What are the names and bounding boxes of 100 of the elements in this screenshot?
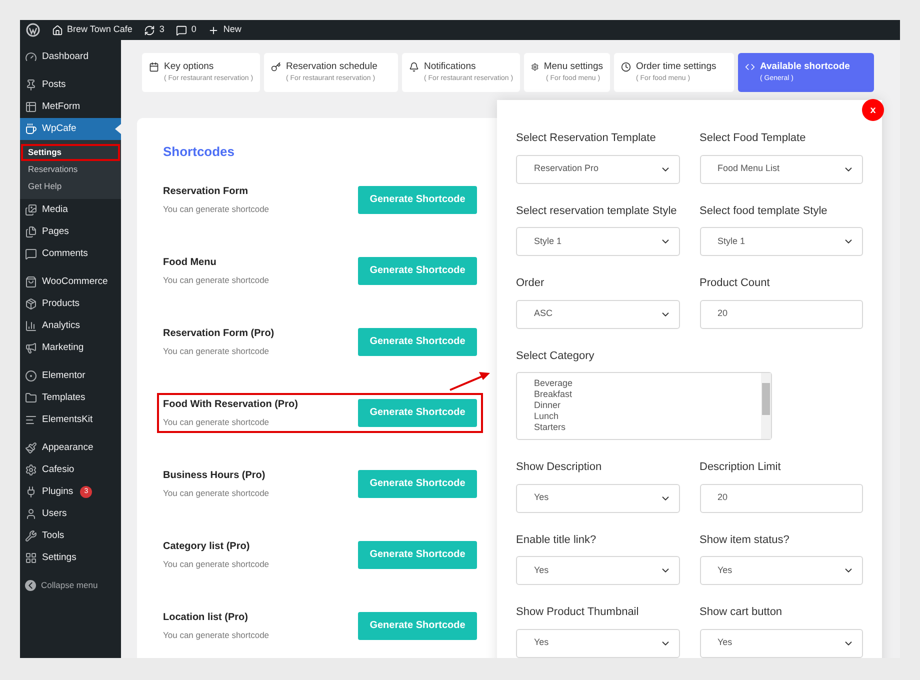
lines-icon bbox=[25, 414, 37, 426]
bar-chart-icon bbox=[25, 320, 37, 332]
input-field[interactable]: 20 bbox=[700, 300, 863, 328]
plus-icon bbox=[208, 24, 220, 36]
shortcode-description: You can generate shortcode bbox=[163, 558, 270, 570]
sidebar-item[interactable]: Comments bbox=[20, 243, 121, 265]
sidebar-item[interactable]: Pages bbox=[20, 221, 121, 243]
calendar-icon bbox=[149, 62, 159, 72]
wordpress-logo-icon[interactable] bbox=[26, 23, 40, 37]
bell-icon bbox=[409, 62, 419, 72]
field-label: Select food template Style bbox=[700, 204, 828, 218]
sidebar-item[interactable]: Analytics bbox=[20, 315, 121, 337]
field-label: Enable title link? bbox=[516, 532, 598, 548]
collapse-menu[interactable]: Collapse menu bbox=[20, 575, 121, 595]
plug-icon bbox=[25, 486, 37, 498]
sidebar-item[interactable]: WooCommerce bbox=[20, 271, 121, 293]
close-button[interactable]: x bbox=[862, 99, 884, 121]
field-label: Order bbox=[516, 276, 546, 291]
shortcode-description: You can generate shortcode bbox=[163, 344, 270, 358]
field-label: Select Category bbox=[516, 348, 596, 364]
input-field[interactable]: 20 bbox=[700, 484, 863, 512]
brush-icon bbox=[25, 442, 37, 454]
field-label: Select Food Template bbox=[700, 131, 807, 146]
tab-label: Key options bbox=[164, 60, 214, 74]
sidebar-item[interactable]: Marketing bbox=[20, 337, 121, 359]
shortcode-title: Reservation Form (Pro) bbox=[163, 326, 274, 341]
select-field[interactable]: Reservation Pro bbox=[516, 154, 680, 184]
field-label: Show Description bbox=[516, 460, 603, 475]
listbox-option[interactable]: Beverage bbox=[534, 378, 761, 389]
shortcode-title: Category list (Pro) bbox=[163, 540, 251, 554]
sidebar-item[interactable]: Tools bbox=[20, 525, 121, 547]
sidebar-item[interactable]: Products bbox=[20, 293, 121, 315]
category-listbox[interactable]: Beverage Breakfast Dinner Lunch Starters bbox=[516, 372, 772, 440]
wrench-icon bbox=[25, 530, 37, 542]
sidebar-item[interactable]: MetForm bbox=[20, 96, 121, 118]
code-icon bbox=[745, 62, 755, 72]
select-field[interactable]: ASC bbox=[516, 300, 680, 328]
sidebar-item[interactable]: Elementor bbox=[20, 365, 121, 387]
megaphone-icon bbox=[25, 342, 37, 354]
field-label: Product Count bbox=[700, 276, 771, 291]
updates-link[interactable]: 3 bbox=[144, 23, 164, 37]
submenu-item[interactable]: Get Help bbox=[21, 178, 120, 195]
sidebar-item[interactable]: Posts bbox=[20, 74, 121, 96]
submenu-item[interactable]: Reservations bbox=[21, 161, 120, 178]
select-field[interactable]: Style 1 bbox=[700, 227, 863, 256]
comment-icon bbox=[25, 248, 37, 260]
listbox-option[interactable]: Lunch bbox=[534, 411, 761, 422]
pin-icon bbox=[25, 79, 37, 91]
field-label: Description Limit bbox=[700, 460, 782, 475]
select-field[interactable]: Yes bbox=[700, 556, 863, 585]
sidebar-item[interactable]: Dashboard bbox=[20, 46, 121, 68]
sidebar-item[interactable]: Media bbox=[20, 199, 121, 221]
sidebar-item[interactable]: Users bbox=[20, 503, 121, 525]
new-link[interactable]: New bbox=[208, 23, 242, 37]
site-link[interactable]: Brew Town Cafe bbox=[52, 23, 132, 37]
grid-icon bbox=[25, 552, 37, 564]
field-label: Select reservation template Style bbox=[516, 204, 678, 218]
sidebar-item[interactable]: Templates bbox=[20, 387, 121, 409]
select-field[interactable]: Yes bbox=[516, 556, 680, 585]
bag-icon bbox=[25, 276, 37, 288]
collapse-icon bbox=[25, 580, 36, 590]
shortcode-title: Business Hours (Pro) bbox=[163, 468, 266, 483]
sidebar-item[interactable]: Cafesio bbox=[20, 459, 121, 481]
tab-label: Order time settings bbox=[636, 60, 716, 74]
listbox-option[interactable]: Starters bbox=[534, 422, 761, 433]
shortcode-description: You can generate shortcode bbox=[163, 416, 270, 428]
field-label: Show Product Thumbnail bbox=[516, 605, 640, 620]
shortcode-description: You can generate shortcode bbox=[163, 486, 270, 500]
shortcode-title: Location list (Pro) bbox=[163, 610, 249, 625]
box-icon bbox=[25, 298, 37, 310]
field-label: Show cart button bbox=[700, 605, 784, 620]
sidebar-item[interactable]: ElementsKit bbox=[20, 409, 121, 431]
shortcode-title: Food With Reservation (Pro) bbox=[163, 398, 298, 412]
shortcode-description: You can generate shortcode bbox=[163, 202, 270, 216]
tab-label: Menu settings bbox=[544, 60, 603, 74]
gear-icon bbox=[531, 62, 539, 72]
comments-link[interactable]: 0 bbox=[176, 23, 196, 37]
field-label: Show item status? bbox=[700, 532, 790, 548]
select-field[interactable]: Yes bbox=[516, 628, 680, 658]
pages-icon bbox=[25, 226, 37, 238]
shortcode-description: You can generate shortcode bbox=[163, 628, 270, 642]
scrollbar[interactable] bbox=[761, 373, 771, 439]
comment-icon bbox=[176, 24, 188, 36]
select-field[interactable]: Style 1 bbox=[516, 227, 680, 256]
refresh-icon bbox=[144, 24, 156, 36]
folder-icon bbox=[25, 392, 37, 404]
field-label: Select Reservation Template bbox=[516, 131, 657, 146]
gear-icon bbox=[25, 464, 37, 476]
submenu-item[interactable]: Settings bbox=[21, 144, 120, 161]
sidebar-item[interactable]: Appearance bbox=[20, 437, 121, 459]
listbox-option[interactable]: Dinner bbox=[534, 400, 761, 411]
listbox-option[interactable]: Breakfast bbox=[534, 389, 761, 400]
sidebar-item[interactable]: Settings bbox=[20, 547, 121, 569]
select-field[interactable]: Yes bbox=[700, 628, 863, 658]
gauge-icon bbox=[25, 51, 37, 63]
select-field[interactable]: Yes bbox=[516, 484, 680, 512]
shortcode-description: You can generate shortcode bbox=[163, 274, 270, 286]
sidebar-item[interactable]: WpCafe bbox=[20, 118, 121, 140]
select-field[interactable]: Food Menu List bbox=[700, 154, 863, 184]
tab-label: Notifications bbox=[424, 60, 476, 74]
